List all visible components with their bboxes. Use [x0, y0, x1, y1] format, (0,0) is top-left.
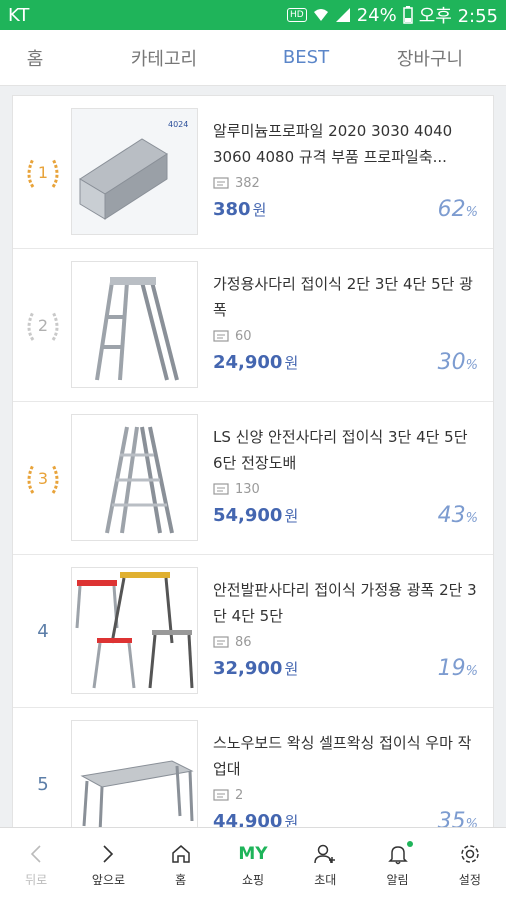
shopping-label: 쇼핑	[241, 872, 265, 887]
discount-value: 19	[437, 656, 466, 681]
list-item[interactable]: 2 가정용사다리 접이식 2단 3단 4단 5단 광폭 60 24,900원	[13, 249, 493, 402]
comment-icon	[213, 788, 229, 801]
currency: 원	[284, 660, 299, 678]
review-count-value: 86	[235, 635, 252, 650]
percent-sign: %	[465, 511, 478, 526]
discount-value: 30	[437, 350, 466, 375]
product-image[interactable]	[71, 261, 198, 388]
price: 24,900	[213, 352, 283, 373]
discount-value: 62	[437, 197, 466, 222]
comment-icon	[213, 329, 229, 342]
percent-sign: %	[465, 205, 478, 220]
forward-button[interactable]: 앞으로	[72, 828, 144, 900]
tab-category[interactable]: 카테고리	[70, 45, 258, 71]
review-count-value: 382	[235, 176, 260, 191]
discount-rate: 43%	[438, 503, 478, 528]
discount-rate: 62%	[438, 197, 478, 222]
my-shopping-button[interactable]: MY 쇼핑	[217, 828, 289, 900]
rank-badge-gold: 1	[21, 96, 65, 249]
product-title[interactable]: 가정용사다리 접이식 2단 3단 4단 5단 광폭	[213, 271, 478, 323]
back-button[interactable]: 뒤로	[0, 828, 72, 900]
gear-icon	[461, 844, 479, 863]
signal-icon	[335, 8, 350, 22]
product-title[interactable]: 알루미늄프로파일 2020 3030 4040 3060 4080 규격 부품 …	[213, 118, 478, 170]
comment-icon	[213, 482, 229, 495]
wifi-icon	[313, 9, 328, 21]
review-count: 86	[213, 635, 478, 650]
battery-icon	[402, 6, 413, 24]
product-image[interactable]	[71, 414, 198, 541]
chevron-right-icon	[103, 844, 114, 863]
top-nav: 홈 카테고리 BEST 장바구니	[0, 30, 506, 86]
review-count: 60	[213, 329, 478, 344]
settings-button[interactable]: 설정	[434, 828, 506, 900]
price: 54,900	[213, 505, 283, 526]
rank-label: 4	[21, 555, 65, 708]
discount-rate: 19%	[438, 656, 478, 681]
product-image[interactable]	[71, 567, 198, 694]
tab-cart[interactable]: 장바구니	[354, 45, 506, 71]
rank-badge-bronze: 3	[21, 402, 65, 555]
battery-percent: 24%	[356, 4, 397, 26]
alerts-label: 알림	[386, 872, 409, 887]
home-button[interactable]: 홈	[145, 828, 217, 900]
product-title[interactable]: 스노우보드 왁싱 셀프왁싱 접이식 우마 작업대	[213, 730, 478, 782]
rank-number: 4	[37, 621, 49, 642]
forward-label: 앞으로	[91, 872, 125, 887]
chevron-left-icon	[31, 844, 41, 863]
clock: 오후 2:55	[418, 6, 498, 27]
rank-number: 3	[37, 469, 49, 488]
home-icon	[171, 844, 190, 863]
product-title[interactable]: 안전발판사다리 접이식 가정용 광폭 2단 3단 4단 5단	[213, 577, 478, 629]
review-count-value: 60	[235, 329, 252, 344]
status-bar: KT HD 24% 오후 2:55	[0, 0, 506, 30]
alerts-button[interactable]: 알림	[361, 828, 433, 900]
product-title[interactable]: LS 신양 안전사다리 접이식 3단 4단 5단 6단 전장도배	[213, 424, 478, 476]
bell-icon	[387, 845, 408, 864]
list-item[interactable]: 4 안전발판사다리 접이식 가정용 광폭 2단 3단 4단 5단 86 32,9…	[13, 555, 493, 708]
percent-sign: %	[465, 358, 478, 373]
back-label: 뒤로	[25, 872, 48, 887]
invite-label: 초대	[314, 872, 337, 887]
tab-best[interactable]: BEST	[258, 47, 354, 68]
currency: 원	[284, 507, 299, 525]
currency: 원	[252, 201, 267, 219]
carrier-label: KT	[8, 4, 30, 26]
best-product-list: 1 4024 알루미늄프로파일 2020 3030 4040 3060 4080…	[12, 95, 494, 862]
rank-number: 2	[37, 316, 49, 335]
product-image[interactable]: 4024	[71, 108, 198, 235]
hd-voice-icon: HD	[287, 8, 307, 22]
review-count: 130	[213, 482, 478, 497]
discount-value: 43	[437, 503, 466, 528]
my-icon: MY	[238, 843, 268, 864]
list-item[interactable]: 3 LS 신양 안전사다리 접이식 3단 4단 5단 6단 전장도배 130 5…	[13, 402, 493, 555]
discount-rate: 30%	[438, 350, 478, 375]
invite-button[interactable]: 초대	[289, 828, 361, 900]
percent-sign: %	[465, 664, 478, 679]
tab-home[interactable]: 홈	[0, 45, 70, 71]
comment-icon	[213, 635, 229, 648]
home-label: 홈	[175, 872, 187, 887]
add-user-icon	[314, 844, 336, 863]
price: 380	[213, 199, 251, 220]
price: 32,900	[213, 658, 283, 679]
review-count-value: 130	[235, 482, 260, 497]
svg-text:4024: 4024	[168, 120, 188, 129]
rank-number: 5	[37, 774, 49, 795]
comment-icon	[213, 176, 229, 189]
bottom-nav: 뒤로 앞으로 홈 MY 쇼핑 초대 알림 설정	[0, 827, 506, 900]
settings-label: 설정	[458, 872, 481, 887]
currency: 원	[284, 354, 299, 372]
list-item[interactable]: 1 4024 알루미늄프로파일 2020 3030 4040 3060 4080…	[13, 96, 493, 249]
review-count: 382	[213, 176, 478, 191]
review-count: 2	[213, 788, 478, 803]
rank-badge-silver: 2	[21, 249, 65, 402]
rank-number: 1	[37, 163, 49, 182]
review-count-value: 2	[235, 788, 244, 803]
notification-dot	[406, 840, 413, 847]
